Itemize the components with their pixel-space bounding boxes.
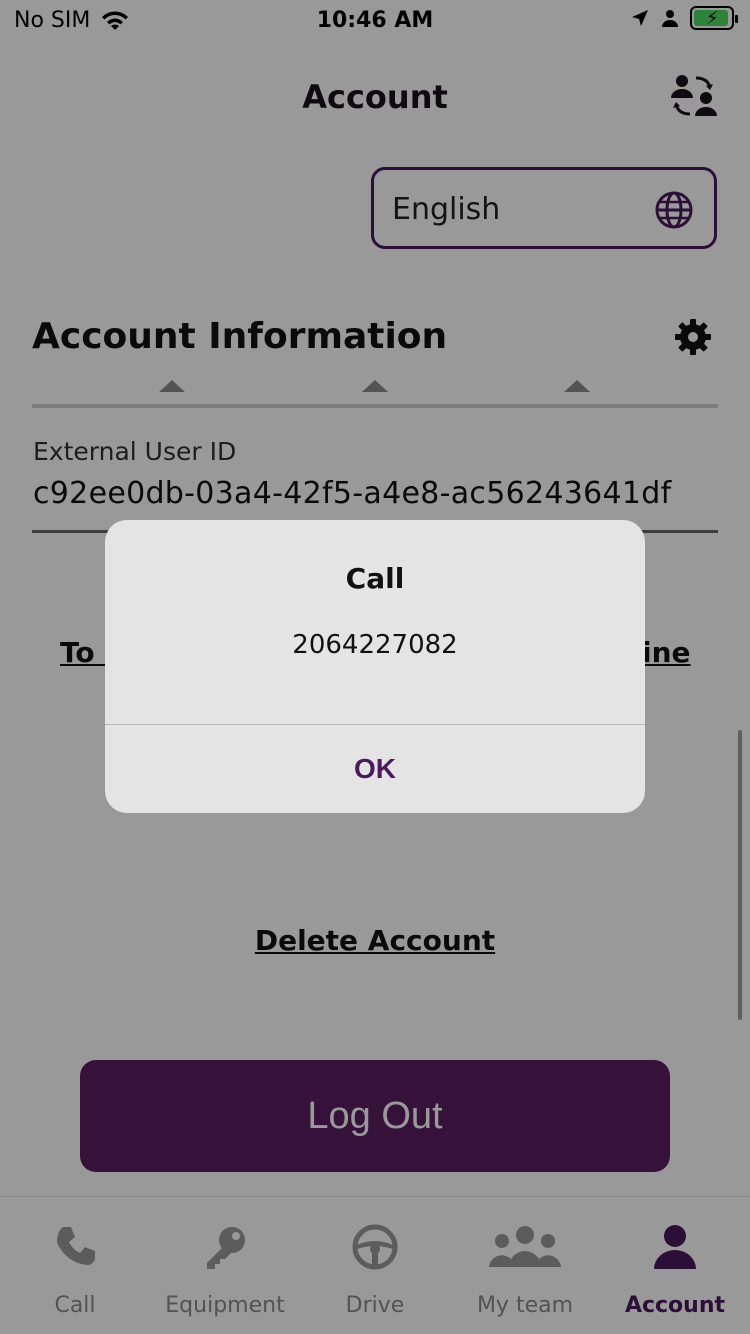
call-dialog: Call 2064227082 OK bbox=[105, 520, 645, 813]
dialog-title: Call bbox=[345, 562, 405, 595]
ok-button[interactable]: OK bbox=[105, 725, 645, 813]
dialog-message: 2064227082 bbox=[292, 630, 458, 660]
